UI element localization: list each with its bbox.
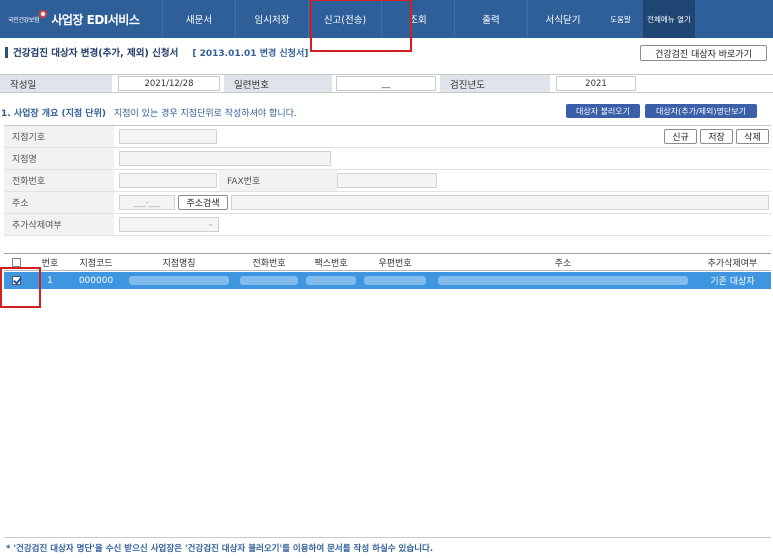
shortcut-button[interactable]: 건강검진 대상자 바로가기 xyxy=(640,45,767,61)
col-name: 지점명칭 xyxy=(162,259,196,269)
branch-code-input[interactable] xyxy=(119,129,217,144)
section-heading: 1. 사업장 개요 (지점 단위) 지점이 있는 경우 지점단위로 작성하셔야 합… xyxy=(1,106,297,119)
postal-code-input[interactable]: ___-___ xyxy=(119,195,175,210)
form-row-branch-name: 지점명 xyxy=(4,148,771,170)
col-address: 주소 xyxy=(554,259,572,269)
nav-close-form[interactable]: 서식닫기 xyxy=(527,0,598,38)
col-addremove: 추가삭제여부 xyxy=(707,259,758,269)
serial-field[interactable]: __ xyxy=(336,76,436,91)
form-row-addremove: 추가삭제여부 ⌄ xyxy=(4,214,771,236)
addremove-select[interactable]: ⌄ xyxy=(119,217,219,232)
highlight-checkbox-box xyxy=(0,267,41,308)
redacted-phone xyxy=(240,276,298,285)
row-status: 기존 대상자 xyxy=(710,277,755,287)
branch-table: 번호 지점코드 지점명칭 전화번호 팩스번호 우편번호 주소 추가삭제여부 1 … xyxy=(4,253,771,538)
phone-input[interactable] xyxy=(119,173,217,188)
chevron-down-icon: ⌄ xyxy=(207,219,214,228)
brand: 국민건강보험 사업장 EDI서비스 xyxy=(0,0,162,38)
address-search-button[interactable]: 주소검색 xyxy=(178,195,228,210)
form-row-branch-code: 지점기호 신규 저장 삭제 xyxy=(4,126,771,148)
nav-new-document[interactable]: 새문서 xyxy=(162,0,235,38)
branch-form: 지점기호 신규 저장 삭제 지점명 전화번호 FAX번호 주소 ___-___ … xyxy=(4,125,771,236)
logo-dot-icon xyxy=(39,9,48,18)
col-phone: 전화번호 xyxy=(252,259,286,269)
nav-temp-save[interactable]: 임시저장 xyxy=(235,0,308,38)
table-header: 번호 지점코드 지점명칭 전화번호 팩스번호 우편번호 주소 추가삭제여부 xyxy=(4,254,771,271)
redacted-postal xyxy=(364,276,426,285)
form-row-phone: 전화번호 FAX번호 xyxy=(4,170,771,192)
form-row-address: 주소 ___-___ 주소검색 xyxy=(4,192,771,214)
row-code: 000000 xyxy=(78,275,114,286)
written-date-field[interactable]: 2021/12/28 xyxy=(118,76,220,91)
exam-year-label: 검진년도 xyxy=(440,75,550,92)
exam-year-field[interactable]: 2021 xyxy=(556,76,636,91)
address-input[interactable] xyxy=(231,195,769,210)
written-date-label: 작성일 xyxy=(0,75,112,92)
redacted-name xyxy=(129,276,229,285)
view-list-button[interactable]: 대상자(추가/제외)명단보기 xyxy=(645,104,757,118)
title-bar-icon xyxy=(5,46,8,58)
nav-all-menu[interactable]: 전체메뉴 열기 xyxy=(643,0,695,38)
nhis-logo: 국민건강보험 xyxy=(8,9,48,24)
branch-code-label: 지점기호 xyxy=(4,126,114,147)
page-title: 건강검진 대상자 변경(추가, 제외) 신청서 xyxy=(13,48,179,59)
branch-name-label: 지점명 xyxy=(4,148,114,169)
nav-help[interactable]: 도움말 xyxy=(598,0,643,38)
col-postal: 우편번호 xyxy=(378,259,412,269)
table-row[interactable]: 1 000000 기존 대상자 xyxy=(4,272,771,289)
addremove-label: 추가삭제여부 xyxy=(4,214,114,235)
redacted-address xyxy=(438,276,688,285)
col-code: 지점코드 xyxy=(79,259,113,269)
phone-label: 전화번호 xyxy=(4,170,114,191)
service-title: 사업장 EDI서비스 xyxy=(51,12,140,27)
fax-input[interactable] xyxy=(337,173,437,188)
new-button[interactable]: 신규 xyxy=(664,129,697,144)
serial-label: 일련번호 xyxy=(224,75,332,92)
info-row: 작성일 2021/12/28 일련번호 __ 검진년도 2021 xyxy=(0,74,773,93)
page-subtitle: [ 2013.01.01 변경 신청서] xyxy=(192,48,309,59)
branch-name-input[interactable] xyxy=(119,151,331,166)
section-note: 지점이 있는 경우 지점단위로 작성하셔야 합니다. xyxy=(113,109,297,119)
delete-button[interactable]: 삭제 xyxy=(736,129,769,144)
load-targets-button[interactable]: 대상자 불러오기 xyxy=(566,104,640,118)
fax-label: FAX번호 xyxy=(219,170,337,191)
section-title: 1. 사업장 개요 (지점 단위) xyxy=(1,109,106,119)
redacted-fax xyxy=(306,276,356,285)
nav-print[interactable]: 출력 xyxy=(454,0,527,38)
footnote: * '건강검진 대상자 명단'을 수신 받으신 사업장은 '건강검진 대상자 불… xyxy=(6,544,434,554)
col-fax: 팩스번호 xyxy=(314,259,348,269)
select-all-checkbox[interactable] xyxy=(11,258,21,267)
address-label: 주소 xyxy=(4,192,114,213)
save-button[interactable]: 저장 xyxy=(700,129,733,144)
